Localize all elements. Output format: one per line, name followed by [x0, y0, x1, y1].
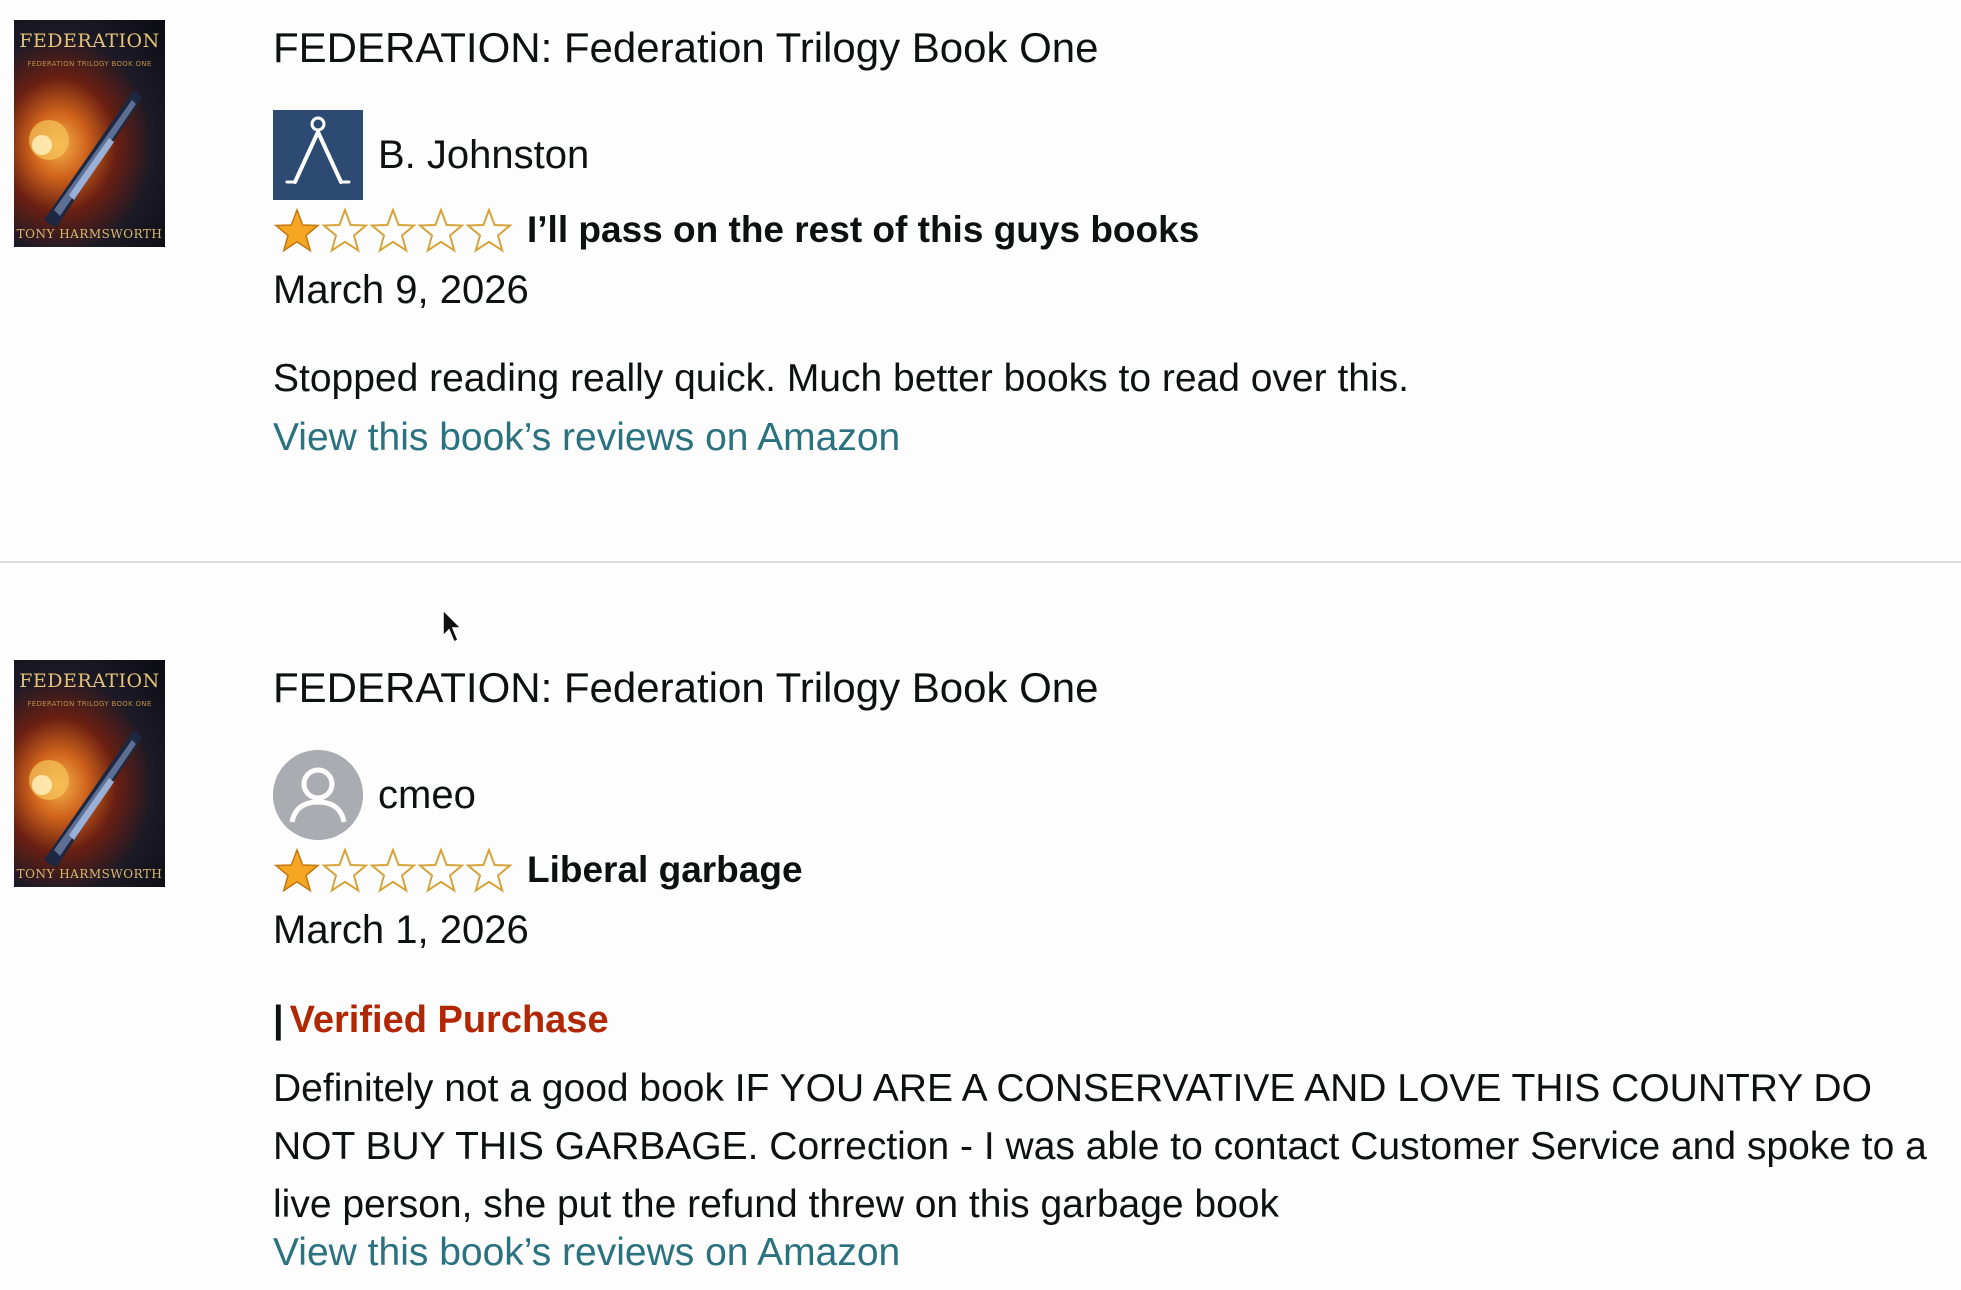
mouse-cursor-icon	[442, 608, 463, 644]
stick-figure-icon	[273, 110, 363, 200]
cover-title: FEDERATION	[19, 670, 160, 692]
star-empty-icon	[417, 207, 465, 253]
star-empty-icon	[369, 847, 417, 893]
review-headline: I’ll pass on the rest of this guys books	[527, 209, 1200, 250]
cover-author: TONY HARMSWORTH	[16, 867, 163, 881]
rating-row: I’ll pass on the rest of this guys books	[273, 205, 1199, 255]
star-empty-icon	[321, 847, 369, 893]
star-empty-icon	[369, 207, 417, 253]
review-body: Definitely not a good book IF YOU ARE A …	[273, 1067, 1927, 1226]
spaceship-artwork	[29, 730, 142, 868]
view-reviews-link[interactable]: View this book’s reviews on Amazon	[273, 413, 900, 463]
star-rating	[273, 207, 515, 253]
star-empty-icon	[321, 207, 369, 253]
star-empty-icon	[465, 847, 513, 893]
review-date: March 1, 2026	[273, 908, 529, 952]
star-empty-icon	[465, 207, 513, 253]
reviewer-name[interactable]: cmeo	[378, 773, 476, 818]
review-body: Stopped reading really quick. Much bette…	[273, 357, 1409, 400]
review-date: March 9, 2026	[273, 268, 529, 312]
reviewer-profile[interactable]: cmeo	[273, 750, 476, 840]
book-cover-image[interactable]: FEDERATION FEDERATION TRILOGY BOOK ONE T…	[14, 20, 165, 247]
verified-purchase-badge: | Verified Purchase	[273, 995, 609, 1045]
reviewer-profile[interactable]: B. Johnston	[273, 110, 589, 200]
cover-title: FEDERATION	[19, 30, 160, 52]
view-reviews-link[interactable]: View this book’s reviews on Amazon	[273, 1228, 900, 1278]
star-empty-icon	[417, 847, 465, 893]
divider	[0, 561, 1961, 563]
verified-purchase-label: Verified Purchase	[289, 999, 609, 1041]
cover-author: TONY HARMSWORTH	[16, 227, 163, 241]
star-filled-icon	[273, 207, 321, 253]
cover-subtitle: FEDERATION TRILOGY BOOK ONE	[27, 700, 152, 708]
avatar[interactable]	[273, 110, 363, 200]
book-cover-image[interactable]: FEDERATION FEDERATION TRILOGY BOOK ONE T…	[14, 660, 165, 887]
star-rating	[273, 847, 515, 893]
star-filled-icon	[273, 847, 321, 893]
review-headline: Liberal garbage	[527, 849, 803, 890]
book-title[interactable]: FEDERATION: Federation Trilogy Book One	[273, 660, 1099, 716]
avatar[interactable]	[273, 750, 363, 840]
default-user-icon	[273, 750, 363, 840]
reviewer-name[interactable]: B. Johnston	[378, 133, 589, 178]
verified-separator: |	[273, 999, 284, 1041]
cover-subtitle: FEDERATION TRILOGY BOOK ONE	[27, 60, 152, 68]
rating-row: Liberal garbage	[273, 845, 803, 895]
spaceship-artwork	[29, 90, 142, 228]
book-title[interactable]: FEDERATION: Federation Trilogy Book One	[273, 20, 1099, 76]
